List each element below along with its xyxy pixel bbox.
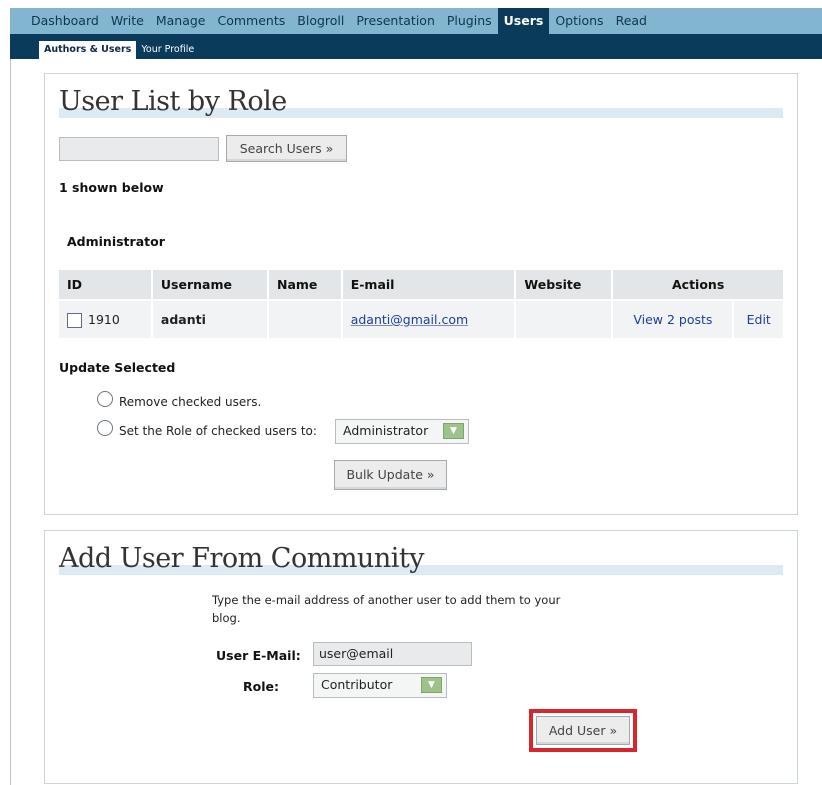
nav-item-blogroll[interactable]: Blogroll — [291, 8, 350, 34]
nav-item-comments[interactable]: Comments — [212, 8, 292, 34]
chevron-down-icon: ▼ — [443, 423, 464, 439]
add-user-instructions: Type the e-mail address of another user … — [212, 593, 561, 607]
user-checkbox[interactable] — [67, 312, 82, 328]
chevron-down-icon: ▼ — [421, 677, 442, 693]
column-header-id[interactable]: ID — [59, 270, 153, 300]
user-id: 1910 — [88, 311, 120, 327]
view-posts-cell: View 2 posts — [612, 299, 735, 338]
set-role-label: Set the Role of checked users to: — [119, 424, 317, 438]
table-header-row: ID Username Name E-mail Website Actions — [59, 270, 785, 300]
nav-item-write[interactable]: Write — [105, 8, 150, 34]
users-table: ID Username Name E-mail Website Actions … — [59, 270, 785, 338]
edit-link[interactable]: Edit — [747, 312, 771, 327]
nav-item-read[interactable]: Read — [610, 8, 653, 34]
website-cell — [515, 299, 614, 338]
column-header-name[interactable]: Name — [268, 270, 343, 300]
add-user-title: Add User From Community — [59, 541, 783, 577]
nav-item-manage[interactable]: Manage — [150, 8, 212, 34]
add-user-panel: Add User From Community Type the e-mail … — [44, 530, 798, 784]
username-cell: adanti — [151, 299, 270, 338]
user-list-panel: User List by Role Search Users » 1 shown… — [44, 73, 798, 515]
column-header-email[interactable]: E-mail — [341, 270, 517, 300]
search-users-button[interactable]: Search Users » — [226, 135, 347, 162]
shown-count: 1 shown below — [59, 180, 164, 195]
subnav-item-authors-users[interactable]: Authors & Users — [39, 41, 137, 59]
email-cell: adanti@gmail.com — [341, 299, 517, 338]
nav-item-plugins[interactable]: Plugins — [441, 8, 498, 34]
column-header-website: Website — [515, 270, 614, 300]
column-header-username[interactable]: Username — [151, 270, 270, 300]
role-select[interactable]: Administrator ▼ — [335, 419, 469, 444]
add-user-role-select[interactable]: Contributor ▼ — [313, 673, 447, 698]
name-cell — [268, 299, 343, 338]
add-user-role-value: Contributor — [321, 677, 393, 692]
role-label: Role: — [243, 679, 279, 694]
view-posts-link[interactable]: View 2 posts — [633, 312, 712, 327]
nav-item-options[interactable]: Options — [549, 8, 609, 34]
email-field[interactable]: user@email — [313, 642, 472, 666]
id-cell: 1910 — [59, 299, 153, 338]
user-list-title: User List by Role — [59, 84, 783, 120]
nav-item-presentation[interactable]: Presentation — [350, 8, 441, 34]
nav-item-users[interactable]: Users — [497, 8, 550, 34]
set-role-radio[interactable] — [97, 420, 113, 436]
email-link[interactable]: adanti@gmail.com — [351, 312, 468, 327]
remove-users-radio[interactable] — [97, 391, 113, 407]
column-header-actions: Actions — [612, 270, 785, 300]
nav-item-dashboard[interactable]: Dashboard — [25, 8, 105, 34]
role-heading: Administrator — [67, 234, 165, 249]
add-user-instructions-line2: blog. — [212, 611, 241, 625]
subnav-item-your-profile[interactable]: Your Profile — [136, 41, 199, 59]
search-input[interactable] — [59, 137, 219, 161]
table-row: 1910 adanti adanti@gmail.com View 2 post… — [59, 299, 785, 338]
sub-nav: Authors & Users Your Profile — [10, 34, 822, 59]
remove-users-label: Remove checked users. — [119, 395, 262, 409]
update-selected-heading: Update Selected — [59, 360, 176, 375]
add-user-button[interactable]: Add User » — [536, 716, 630, 745]
bulk-update-button[interactable]: Bulk Update » — [334, 460, 447, 490]
top-nav: Dashboard Write Manage Comments Blogroll Pres… — [10, 8, 822, 34]
edit-cell: Edit — [733, 299, 785, 338]
email-label: User E-Mail: — [216, 648, 301, 663]
role-select-value: Administrator — [343, 423, 429, 438]
